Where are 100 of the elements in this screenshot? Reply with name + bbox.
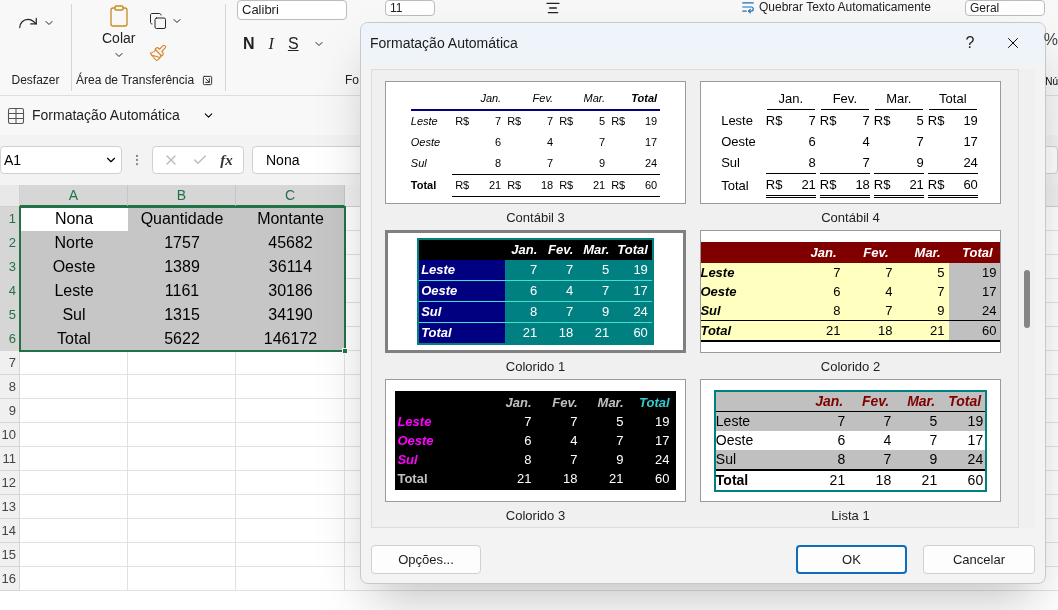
row-label: Sul: [421, 304, 442, 319]
font-field[interactable]: Calibri: [237, 0, 347, 20]
row-header[interactable]: 14: [0, 519, 20, 543]
row-header[interactable]: 4: [0, 279, 20, 303]
paste-button[interactable]: Colar: [102, 4, 136, 62]
wrap-text-button[interactable]: Quebrar Texto Automaticamente: [759, 0, 931, 14]
format-preview[interactable]: Jan. Fev. Mar. Total Leste R$ 7 R$ 7 R$ 5 R$ 19 Oeste 6 4 7 17 Sul 8 7 9 24 Total R$ 21 R$ 18 R$ 21 R$ 60: [385, 81, 686, 204]
format-preview[interactable]: Jan. Fev. Mar. Total Leste R$ 7 R$ 7 R$ 5 R$ 19 Oeste 6 4 7 17 Sul 8 7 9 24 Total R$ 21 R$ 18 R$ 21 R$ 60: [700, 81, 1001, 204]
currency-label: R$: [765, 111, 783, 130]
spreadsheet-cell[interactable]: 34190: [236, 303, 345, 327]
fill-handle[interactable]: [342, 348, 348, 354]
cell-value: 5: [929, 411, 938, 431]
spreadsheet-cell[interactable]: Leste: [20, 279, 128, 303]
spreadsheet-cell[interactable]: 36114: [236, 255, 345, 279]
row-header[interactable]: 1: [0, 207, 20, 231]
spreadsheet-cell[interactable]: 1757: [128, 231, 236, 255]
format-preview[interactable]: Jan. Fev. Mar. Total Leste 7 7 5 19 Oeste 6 4 7 17 Sul 8 7 9 24 Total 21 18 21 60: [385, 379, 686, 502]
spreadsheet-cell[interactable]: 45682: [236, 231, 345, 255]
format-preview[interactable]: Jan. Fev. Mar. Total Leste 7 7 5 19 Oeste 6 4 7 17 Sul 8 7 9 24 Total 21 18 21 60: [700, 230, 1001, 353]
row-header[interactable]: 2: [0, 231, 20, 255]
spreadsheet-cell[interactable]: Sul: [20, 303, 128, 327]
row-header[interactable]: 5: [0, 303, 20, 327]
cell-value: 21: [609, 470, 624, 488]
name-box[interactable]: A1: [0, 146, 122, 174]
row-header[interactable]: 8: [0, 375, 20, 399]
row-header[interactable]: 15: [0, 543, 20, 567]
cell-value: 7: [916, 132, 924, 151]
column-header[interactable]: C: [236, 185, 345, 207]
spreadsheet-cell[interactable]: Oeste: [20, 255, 128, 279]
align-icon[interactable]: [545, 0, 561, 16]
row-header[interactable]: 3: [0, 255, 20, 279]
column-header: Mar.: [583, 242, 610, 257]
cell-value: 19: [963, 111, 978, 130]
bold-button[interactable]: N: [243, 32, 255, 56]
cell-value: 60: [633, 324, 648, 342]
row-header[interactable]: 16: [0, 567, 20, 591]
row-header[interactable]: 9: [0, 399, 20, 423]
cell-value: 18: [558, 324, 574, 342]
row-label: Oeste: [397, 433, 434, 448]
spreadsheet-cell[interactable]: Norte: [20, 231, 128, 255]
spreadsheet-cell[interactable]: Total: [20, 327, 128, 351]
cell-value: 21: [909, 175, 924, 194]
ok-button[interactable]: OK: [796, 545, 907, 574]
currency-label: R$: [455, 178, 470, 193]
spreadsheet-cell[interactable]: 30186: [236, 279, 345, 303]
format-name: Colorido 2: [820, 358, 881, 376]
column-header: Fev.: [863, 244, 889, 260]
cell-value: 21: [930, 321, 945, 340]
copy-icon[interactable]: [149, 12, 168, 30]
currency-label: R$: [819, 175, 837, 194]
spreadsheet-cell[interactable]: Quantidade: [128, 207, 236, 231]
row-label: Oeste: [721, 133, 756, 149]
row-header[interactable]: 7: [0, 351, 20, 375]
cell-value: 18: [563, 470, 578, 488]
underline-button[interactable]: S: [287, 32, 299, 56]
row-label: Oeste: [715, 431, 754, 448]
cell-value: 7: [570, 413, 578, 431]
currency-label: R$: [873, 175, 891, 194]
row-header[interactable]: 6: [0, 327, 20, 351]
group-label: Área de Transferência: [76, 71, 195, 89]
column-header: Fev.: [832, 90, 857, 106]
format-name: Lista 1: [831, 507, 870, 525]
dialog-launcher-icon[interactable]: [202, 74, 214, 86]
font-size-field[interactable]: 11: [385, 0, 435, 16]
spreadsheet-cell[interactable]: 146172: [236, 327, 345, 351]
help-button[interactable]: ?: [950, 27, 990, 59]
row-header[interactable]: 10: [0, 423, 20, 447]
column-header[interactable]: A: [20, 185, 128, 207]
spreadsheet-cell[interactable]: 1315: [128, 303, 236, 327]
spreadsheet-cell[interactable]: 1389: [128, 255, 236, 279]
wrap-text-icon[interactable]: [741, 0, 755, 14]
italic-button[interactable]: I: [268, 32, 274, 56]
row-label: Sul: [701, 302, 721, 318]
spreadsheet-cell[interactable]: 5622: [128, 327, 236, 351]
cell-value: 21: [801, 175, 816, 194]
spreadsheet-cell[interactable]: 1161: [128, 279, 236, 303]
format-preview[interactable]: Jan. Fev. Mar. Total Leste 7 7 5 19 Oeste 6 4 7 17 Sul 8 7 9 24 Total 21 18 21 60: [385, 230, 686, 353]
autoformat-button[interactable]: Formatação Automática: [6, 105, 180, 126]
cell-value: 7: [566, 303, 574, 321]
cell-value: 7: [862, 111, 870, 130]
number-format-field[interactable]: Geral: [964, 0, 1045, 16]
format-preview[interactable]: Jan. Fev. Mar. Total Leste 7 7 5 19 Oeste 6 4 7 17 Sul 8 7 9 24 Total 21 18 21 60: [700, 379, 1001, 502]
row-label: Leste: [421, 262, 456, 277]
cell-value: 17: [633, 282, 648, 300]
currency-label: R$: [559, 114, 574, 129]
row-header[interactable]: 12: [0, 471, 20, 495]
options-button[interactable]: Opções...: [371, 545, 481, 574]
percent-button[interactable]: %: [1043, 28, 1058, 52]
cell-value: 7: [808, 111, 816, 130]
currency-label: R$: [455, 114, 470, 129]
row-header[interactable]: 13: [0, 495, 20, 519]
cell-value: 24: [644, 156, 658, 171]
paintbrush-icon[interactable]: [149, 44, 168, 62]
spreadsheet-cell[interactable]: Montante: [236, 207, 345, 231]
cancel-button[interactable]: Cancelar: [923, 545, 1035, 574]
column-header[interactable]: B: [128, 185, 236, 207]
row-label: Total: [410, 179, 437, 191]
insert-function-button[interactable]: fx: [220, 148, 233, 172]
scrollbar-thumb[interactable]: [1024, 270, 1030, 328]
row-header[interactable]: 11: [0, 447, 20, 471]
